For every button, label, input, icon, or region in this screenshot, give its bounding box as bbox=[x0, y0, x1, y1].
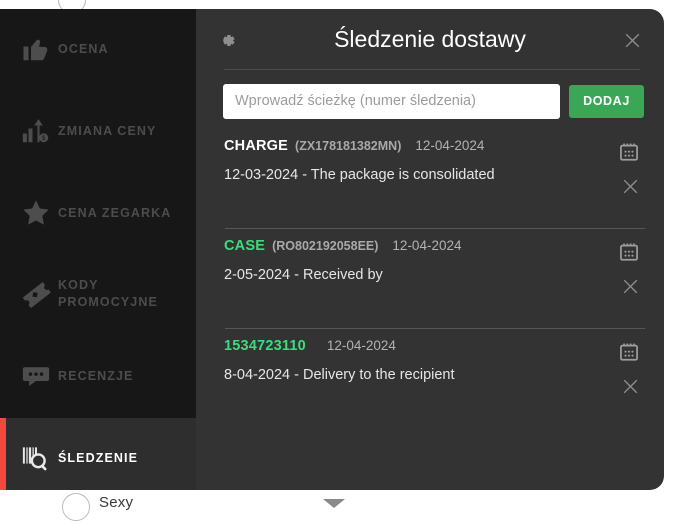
entry-code: CASE bbox=[224, 238, 266, 254]
sidebar-item-label: CENA ZEGARKA bbox=[58, 205, 172, 220]
sidebar-item-label: ZMIANA CENY bbox=[58, 123, 157, 138]
tracking-entry: CHARGE (ZX178181382MN) 12-04-2024 12-03-… bbox=[196, 129, 664, 229]
close-icon[interactable] bbox=[623, 31, 642, 55]
sidebar-item-label: ŚLEDZENIE bbox=[58, 450, 139, 465]
thumbs-up-icon bbox=[14, 34, 58, 64]
entry-date: 12-04-2024 bbox=[326, 338, 396, 353]
entry-reference: (RO802192058EE) bbox=[272, 239, 379, 253]
entry-code: 1534723110 bbox=[224, 338, 306, 354]
tracking-number-input[interactable] bbox=[223, 83, 560, 119]
entry-status: 2-05-2024 - Received by bbox=[224, 267, 383, 283]
calendar-icon[interactable] bbox=[618, 141, 640, 168]
tracking-entry: CASE (RO802192058EE) 12-04-2024 2-05-202… bbox=[196, 229, 664, 329]
barcode-search-icon bbox=[14, 443, 58, 473]
ticket-icon bbox=[14, 278, 58, 310]
entry-code: CHARGE bbox=[224, 138, 289, 154]
entry-header: CASE (RO802192058EE) 12-04-2024 bbox=[224, 238, 461, 254]
entry-header: 1534723110 12-04-2024 bbox=[224, 338, 396, 354]
svg-text:$: $ bbox=[42, 135, 46, 142]
page-title: Śledzenie dostawy bbox=[334, 26, 526, 52]
delete-entry-icon[interactable] bbox=[621, 377, 640, 401]
calendar-icon[interactable] bbox=[618, 341, 640, 368]
add-tracking-button[interactable]: DODAJ bbox=[569, 84, 644, 118]
star-icon bbox=[14, 197, 58, 229]
sidebar: OCENA $ ZMIANA CENY CENA ZEGARKA KODY PR… bbox=[0, 9, 197, 490]
entry-date: 12-04-2024 bbox=[392, 238, 462, 253]
sidebar-item-cena-zegarka[interactable]: CENA ZEGARKA bbox=[0, 173, 197, 253]
sidebar-item-zmiana-ceny[interactable]: $ ZMIANA CENY bbox=[0, 91, 197, 171]
option-label: Sexy bbox=[99, 494, 134, 511]
delivery-tracking-panel: Śledzenie dostawy DODAJ CHARGE (ZX178181… bbox=[196, 9, 664, 490]
delete-entry-icon[interactable] bbox=[621, 177, 640, 201]
price-change-icon: $ bbox=[14, 116, 58, 146]
tracking-entries-list: CHARGE (ZX178181382MN) 12-04-2024 12-03-… bbox=[196, 129, 664, 429]
sidebar-item-label: KODY PROMOCYJNE bbox=[58, 278, 158, 309]
active-item-accent-bar bbox=[0, 418, 6, 490]
option-radio-circle[interactable] bbox=[62, 493, 90, 521]
entry-header: CHARGE (ZX178181382MN) 12-04-2024 bbox=[224, 138, 484, 154]
sidebar-item-sledzenie[interactable]: ŚLEDZENIE bbox=[0, 418, 197, 490]
comment-icon bbox=[14, 361, 58, 391]
sidebar-item-label: OCENA bbox=[58, 41, 109, 56]
tracking-entry: 1534723110 12-04-2024 8-04-2024 - Delive… bbox=[196, 329, 664, 429]
tracking-search-row: DODAJ bbox=[223, 83, 644, 119]
sidebar-item-ocena[interactable]: OCENA bbox=[0, 9, 197, 89]
background-bottom-row: Sexy bbox=[0, 490, 679, 521]
entry-reference: (ZX178181382MN) bbox=[295, 139, 402, 153]
header-divider bbox=[224, 69, 640, 70]
sidebar-item-label: RECENZJE bbox=[58, 368, 134, 383]
entry-date: 12-04-2024 bbox=[415, 138, 485, 153]
sidebar-item-recenzje[interactable]: RECENZJE bbox=[0, 336, 197, 416]
calendar-icon[interactable] bbox=[618, 241, 640, 268]
delete-entry-icon[interactable] bbox=[621, 277, 640, 301]
entry-status: 8-04-2024 - Delivery to the recipient bbox=[224, 367, 455, 383]
chevron-down-icon[interactable] bbox=[323, 499, 345, 508]
panel-header: Śledzenie dostawy bbox=[196, 9, 664, 71]
sidebar-item-kody-promocyjne[interactable]: KODY PROMOCYJNE bbox=[0, 254, 197, 334]
entry-status: 12-03-2024 - The package is consolidated bbox=[224, 167, 495, 183]
